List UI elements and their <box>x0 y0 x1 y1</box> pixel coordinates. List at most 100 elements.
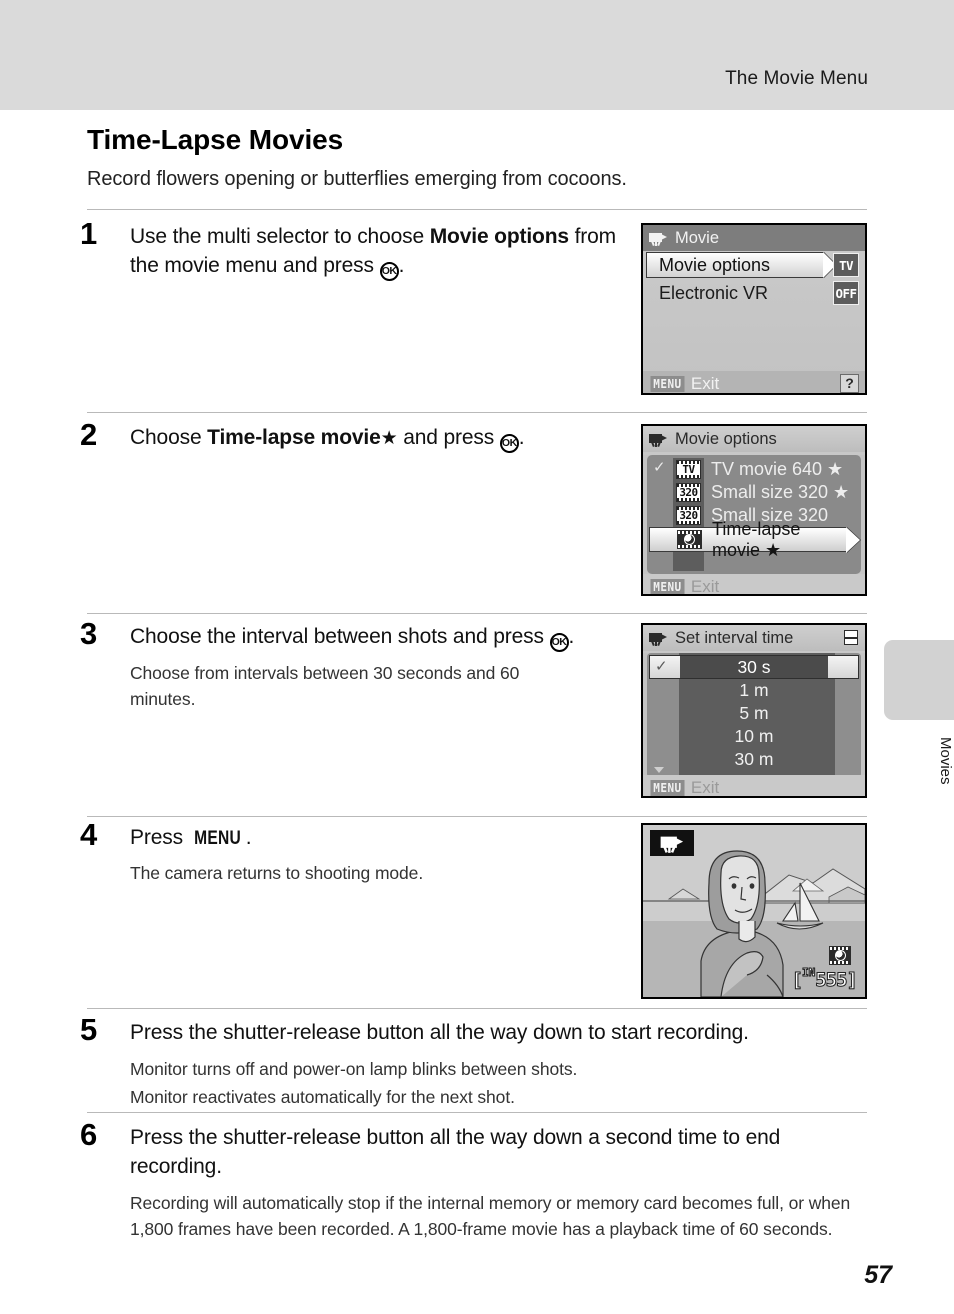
star-icon: ★ <box>380 428 398 449</box>
step-1-text-part-d: . <box>398 254 405 277</box>
step-3-text-part-a: Choose the interval between shots and pr… <box>130 625 550 648</box>
menu-chip-icon: MENU <box>650 578 685 594</box>
scroll-down-icon[interactable] <box>654 767 664 773</box>
option-tv-movie-640[interactable]: ✓ TV TV movie 640 ★ <box>647 458 861 481</box>
section-tab <box>884 640 954 720</box>
step-5-note-1: Monitor turns off and power-on lamp blin… <box>130 1059 578 1079</box>
screenshot-movie-options: Movie options ✓ TV TV movie 640 ★ 320 Sm… <box>641 424 867 596</box>
movie-camera-icon <box>649 231 668 246</box>
page-title: Time-Lapse Movies <box>87 124 344 155</box>
step-3-number: 3 <box>80 616 98 651</box>
page-number: 57 <box>864 1261 892 1289</box>
set-interval-exit-label: Exit <box>690 777 720 797</box>
ok-button-icon: OK <box>549 633 569 652</box>
movie-options-value-badge: TV <box>833 253 859 277</box>
step-1-text-part-a: Use the multi selector to choose <box>130 225 430 248</box>
step-2-text: Choose Time-lapse movie★ and press OK. <box>130 423 635 453</box>
interval-selected-row[interactable]: ✓ 30 s <box>649 655 859 679</box>
step-2-text-part-c: and press <box>397 426 500 449</box>
set-interval-footer: MENU Exit <box>643 775 865 797</box>
divider-step-3 <box>87 613 867 614</box>
step-5-note-2: Monitor reactivates automatically for th… <box>130 1087 515 1107</box>
step-2-text-part-d: . <box>518 426 525 449</box>
interval-selected-value: 30 s <box>680 656 828 678</box>
running-head-title: The Movie Menu <box>725 68 868 89</box>
movie-mode-badge <box>650 830 694 856</box>
tv-movie-icon: TV <box>676 460 701 479</box>
menu-button-icon: MENU <box>193 828 241 849</box>
split-view-icon <box>844 630 858 645</box>
help-icon[interactable]: ? <box>840 374 859 393</box>
step-4-text-part-a: Press <box>130 826 189 849</box>
divider-step-2 <box>87 412 867 413</box>
step-3-note: Choose from intervals between 30 seconds… <box>130 663 520 709</box>
step-3-text: Choose the interval between shots and pr… <box>130 622 635 652</box>
time-lapse-indicator-icon <box>829 946 851 965</box>
step-5: 5 Press the shutter-release button all t… <box>80 1014 870 1110</box>
movie-menu-exit-label: Exit <box>690 373 720 393</box>
movie-options-titlebar: Movie options <box>643 426 865 452</box>
divider-top <box>87 209 867 210</box>
step-2-text-part-a: Choose <box>130 426 208 449</box>
menu-row-movie-options[interactable]: Movie options TV <box>643 252 865 279</box>
section-tab-label: Movies <box>937 737 954 785</box>
option-small-size-320-star[interactable]: 320 Small size 320 ★ <box>647 481 861 504</box>
movie-options-exit-label: Exit <box>690 576 720 596</box>
divider-step-5 <box>87 1008 867 1009</box>
interval-list: ✓ 30 s 1 m 5 m 10 m 30 m <box>647 653 861 778</box>
ok-button-icon: OK <box>499 434 519 453</box>
page-subtitle: Record flowers opening or butterflies em… <box>87 168 627 190</box>
step-4-note: The camera returns to shooting mode. <box>130 863 424 883</box>
option-time-lapse-movie[interactable]: Time-lapse movie ★ <box>649 519 847 560</box>
menu-chip-icon: MENU <box>650 779 685 796</box>
step-6-text: Press the shutter-release button all the… <box>130 1126 781 1178</box>
header-band <box>0 0 954 110</box>
step-6-note: Recording will automatically stop if the… <box>130 1193 851 1239</box>
set-interval-title: Set interval time <box>675 628 794 647</box>
chevron-down-icon: ✓ <box>653 459 666 476</box>
step-3-text-part-d: . <box>568 625 575 648</box>
frames-remaining-value: 555 <box>815 969 848 992</box>
menu-row-electronic-vr[interactable]: Electronic VR OFF <box>643 280 865 307</box>
interval-item-1m[interactable]: 1 m <box>647 679 861 702</box>
movie-camera-icon <box>649 631 668 646</box>
step-1-text-bold: Movie options <box>429 225 569 248</box>
movie-camera-icon <box>660 834 684 853</box>
menu-chip-icon: MENU <box>650 375 685 392</box>
screenshot-set-interval: Set interval time ✓ 30 s 1 m 5 m 10 m 30… <box>641 623 867 798</box>
step-4-text: Press MENU. <box>130 823 635 853</box>
set-interval-body: ✓ 30 s 1 m 5 m 10 m 30 m MENU Exit <box>643 653 865 797</box>
chevron-down-icon: ✓ <box>655 658 668 675</box>
movie-menu-title: Movie <box>675 228 720 247</box>
movie-options-footer: MENU Exit <box>643 574 865 596</box>
set-interval-titlebar: Set interval time <box>643 625 865 651</box>
movie-menu-body: Movie options TV Electronic VR OFF MENU … <box>643 252 865 393</box>
menu-row-movie-options-label: Movie options <box>659 254 771 275</box>
movie-menu-titlebar: Movie <box>643 225 865 251</box>
page-content: Time-Lapse Movies Record flowers opening… <box>0 110 954 1314</box>
movie-camera-icon <box>649 432 668 447</box>
electronic-vr-value-badge: OFF <box>833 281 859 305</box>
step-5-number: 5 <box>80 1012 98 1047</box>
movie-menu-footer: MENU Exit ? <box>643 371 865 393</box>
step-1-text: Use the multi selector to choose Movie o… <box>130 222 635 281</box>
time-lapse-icon <box>677 530 702 549</box>
small-size-icon: 320 <box>676 483 701 502</box>
step-6-number: 6 <box>80 1117 98 1152</box>
interval-item-30m[interactable]: 30 m <box>647 748 861 771</box>
step-4-text-part-d: . <box>245 826 252 849</box>
internal-memory-label: IN <box>801 966 816 980</box>
step-5-text: Press the shutter-release button all the… <box>130 1021 749 1044</box>
divider-step-6 <box>87 1112 867 1113</box>
movie-options-body: ✓ TV TV movie 640 ★ 320 Small size 320 ★… <box>643 455 865 596</box>
step-2-number: 2 <box>80 417 98 452</box>
step-6: 6 Press the shutter-release button all t… <box>80 1119 870 1242</box>
movie-options-list: ✓ TV TV movie 640 ★ 320 Small size 320 ★… <box>647 455 861 574</box>
divider-step-4 <box>87 816 867 817</box>
interval-item-10m[interactable]: 10 m <box>647 725 861 748</box>
interval-item-5m[interactable]: 5 m <box>647 702 861 725</box>
movie-options-title: Movie options <box>675 429 777 448</box>
menu-row-electronic-vr-label: Electronic VR <box>659 283 769 303</box>
screenshot-shooting-mode: [IN555] <box>641 823 867 999</box>
frames-remaining: [IN555] <box>791 966 858 992</box>
